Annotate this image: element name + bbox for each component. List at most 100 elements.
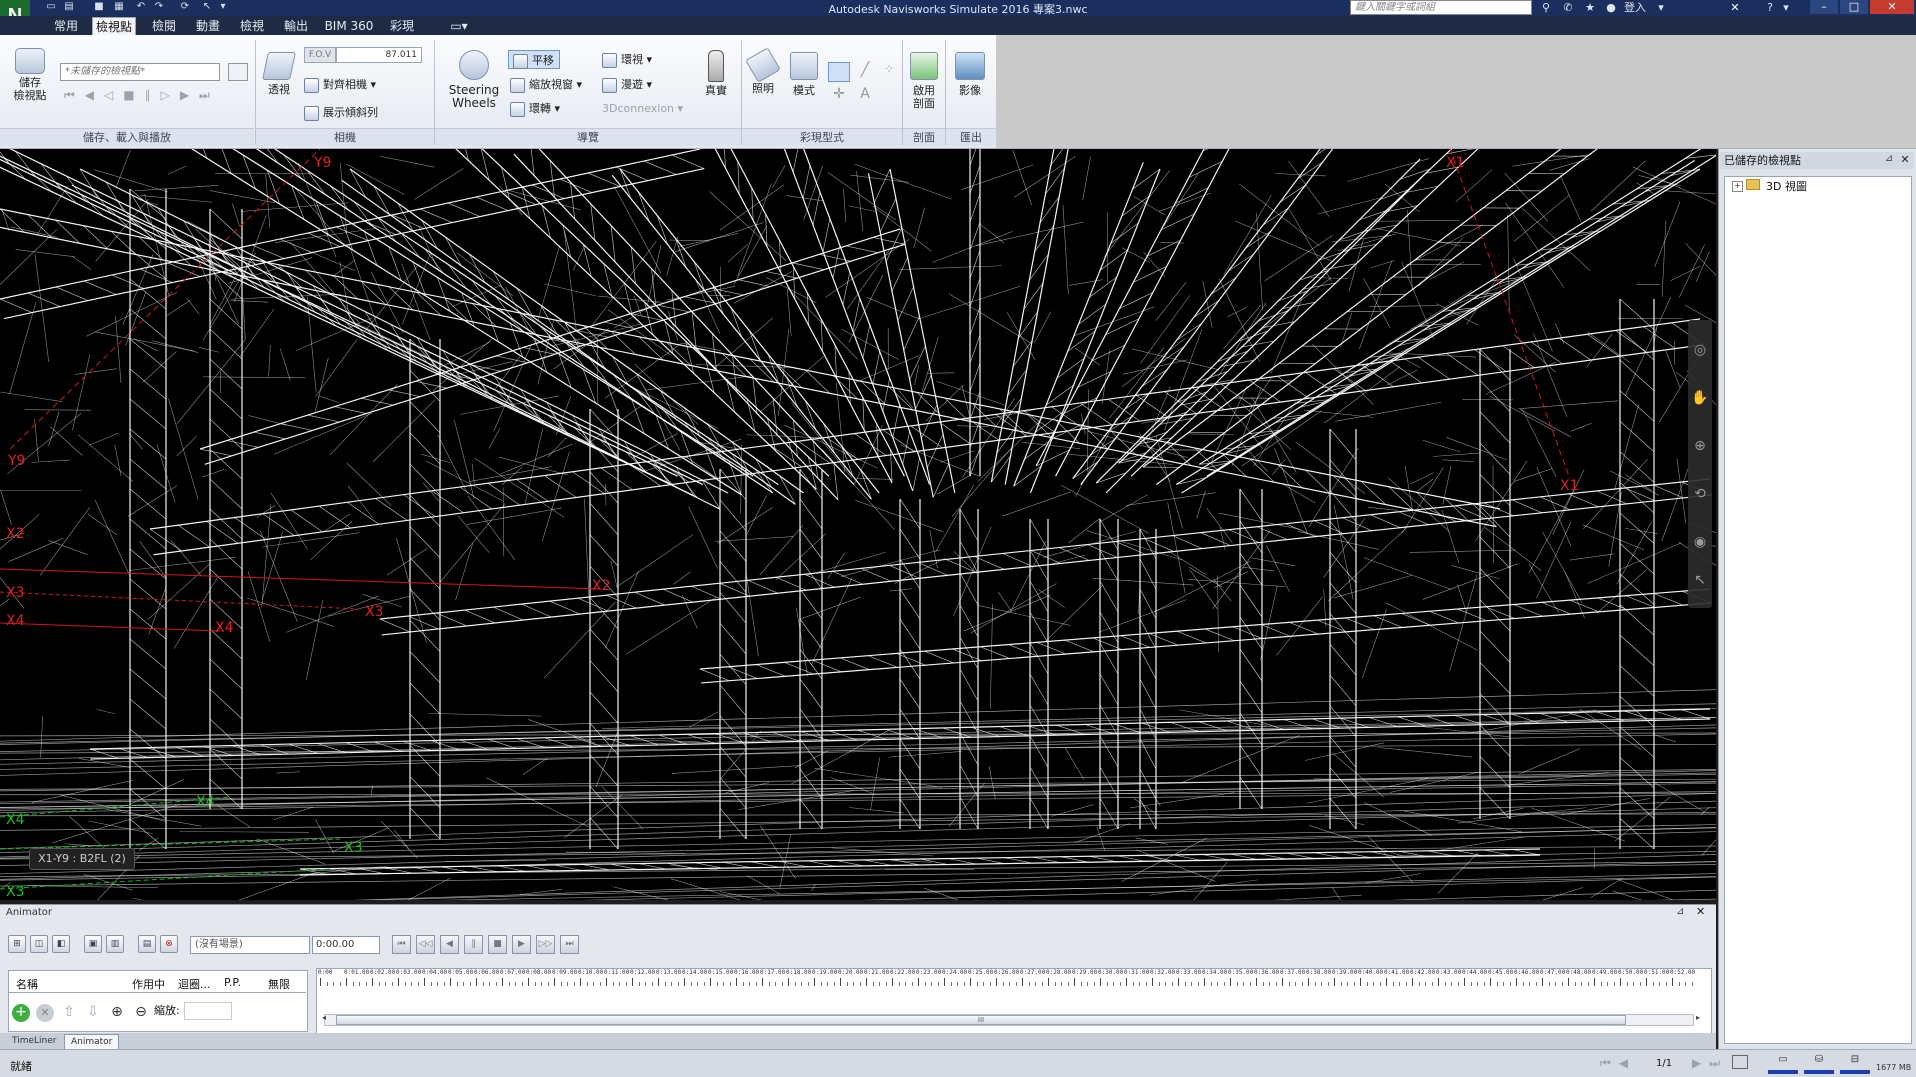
delete-icon[interactable]: ✕ bbox=[36, 1004, 54, 1022]
qat-dropdown-icon[interactable]: ▾ bbox=[216, 1, 230, 13]
tab-home[interactable]: 常用 bbox=[48, 17, 84, 35]
column-header-name[interactable]: 名稱 bbox=[16, 976, 38, 992]
step-forward-icon[interactable]: ▷▷ bbox=[536, 935, 555, 954]
look-around-button[interactable]: 環視 ▾ bbox=[602, 50, 652, 69]
help-dropdown-icon[interactable]: ▾ bbox=[1780, 0, 1792, 16]
snap-points-toggle-icon[interactable]: ✛ bbox=[828, 86, 850, 106]
panel-close-icon[interactable]: ✕ bbox=[1898, 153, 1912, 167]
move-up-icon[interactable]: ⇧ bbox=[60, 1004, 78, 1022]
lines-toggle-icon[interactable]: ╱ bbox=[854, 62, 876, 82]
add-animation-set-icon[interactable]: ⊞ bbox=[8, 935, 26, 953]
tab-timeliner[interactable]: TimeLiner bbox=[6, 1034, 62, 1048]
search-input[interactable]: 鍵入關鍵字或詞組 bbox=[1350, 0, 1532, 15]
open-file-icon[interactable]: ▤ bbox=[62, 1, 76, 13]
save-viewpoint-button[interactable]: 儲存 檢視點 bbox=[8, 48, 52, 102]
sheet-browser-icon[interactable] bbox=[1732, 1055, 1748, 1069]
animator-pin-icon[interactable]: ⊿ bbox=[1676, 906, 1684, 917]
undo-icon[interactable]: ↶ bbox=[134, 1, 148, 13]
select-nav-icon[interactable]: ↖ bbox=[1690, 570, 1710, 590]
select-icon[interactable]: ↖ bbox=[200, 1, 214, 13]
tab-review[interactable]: 檢閱 bbox=[146, 17, 182, 35]
add-camera-icon[interactable]: ◫ bbox=[30, 935, 48, 953]
scroll-thumb[interactable]: III bbox=[336, 1015, 1626, 1025]
tab-animation[interactable]: 動畫 bbox=[190, 17, 226, 35]
step-back-icon[interactable]: ◁◁ bbox=[416, 935, 435, 954]
tab-render[interactable]: 彩現 bbox=[384, 17, 420, 35]
sheet-nav-back[interactable]: ⏮◀ bbox=[1600, 1056, 1636, 1071]
binoculars-icon[interactable]: ⚲ bbox=[1538, 0, 1554, 16]
redo-icon[interactable]: ↷ bbox=[152, 1, 166, 13]
timeline-ruler[interactable]: 0:000:01.000:02.000:03.000:04.000:05.000… bbox=[316, 968, 1710, 990]
tab-view[interactable]: 檢視 bbox=[234, 17, 270, 35]
stop-icon[interactable]: ■ bbox=[488, 935, 507, 954]
column-header-pp[interactable]: P.P. bbox=[224, 976, 241, 989]
scroll-right-icon[interactable]: ▸ bbox=[1696, 1013, 1706, 1022]
tree-item-3d-view[interactable]: 3D 視圖 bbox=[1766, 178, 1807, 194]
realism-button[interactable]: 真實 bbox=[696, 50, 736, 97]
animator-close-icon[interactable]: ✕ bbox=[1696, 905, 1705, 918]
fov-input[interactable]: 87.011 bbox=[336, 47, 422, 63]
star-icon[interactable]: ★ bbox=[1582, 0, 1598, 16]
toggle-position-icon[interactable]: ▥ bbox=[106, 935, 124, 953]
snap-icon[interactable]: ⊗ bbox=[160, 935, 178, 953]
viewpoint-manage-icon[interactable] bbox=[228, 63, 248, 81]
column-header-active[interactable]: 作用中 bbox=[132, 976, 165, 992]
fast-forward-icon[interactable]: ⏭ bbox=[560, 935, 579, 954]
login-dropdown-icon[interactable]: ▾ bbox=[1654, 0, 1668, 16]
orbit-button[interactable]: 環轉 ▾ bbox=[510, 99, 560, 118]
exchange-icon[interactable]: ✕ bbox=[1726, 0, 1744, 16]
add-icon[interactable]: + bbox=[12, 1004, 30, 1022]
rewind-icon[interactable]: ⏮ bbox=[392, 935, 411, 954]
pan-button[interactable]: 平移 bbox=[508, 50, 560, 69]
save-icon[interactable]: ■ bbox=[92, 1, 106, 13]
enable-sectioning-button[interactable]: 啟用 剖面 bbox=[906, 52, 942, 110]
column-header-infinite[interactable]: 無限 bbox=[268, 976, 290, 992]
zoom-nav-icon[interactable]: ⊕ bbox=[1690, 436, 1710, 456]
minimize-button[interactable]: – bbox=[1810, 0, 1838, 14]
steering-wheels-button[interactable]: Steering Wheels bbox=[444, 50, 504, 110]
tab-animator[interactable]: Animator bbox=[64, 1034, 119, 1050]
maximize-button[interactable]: □ bbox=[1840, 0, 1868, 14]
points-toggle-icon[interactable]: ⁘ bbox=[878, 62, 900, 82]
toggle-rotate-icon[interactable]: ▤ bbox=[138, 935, 156, 953]
expand-icon[interactable]: + bbox=[1732, 181, 1743, 192]
help-icon[interactable]: ? bbox=[1762, 0, 1778, 16]
refresh-icon[interactable]: ⟳ bbox=[178, 1, 192, 13]
3dconnexion-button[interactable]: 3Dconnexion ▾ bbox=[602, 99, 683, 118]
viewpoint-tree[interactable] bbox=[1724, 176, 1912, 1044]
sign-in-link[interactable]: 登入 bbox=[1620, 0, 1650, 16]
perspective-button[interactable]: 透視 bbox=[262, 52, 296, 96]
sheet-nav-forward[interactable]: ▶⏭ bbox=[1692, 1056, 1728, 1071]
close-button[interactable]: ✕ bbox=[1870, 0, 1914, 14]
time-input[interactable]: 0:00.00 bbox=[312, 936, 380, 954]
pause-icon[interactable]: ∥ bbox=[464, 935, 483, 954]
play-reverse-icon[interactable]: ◀ bbox=[440, 935, 459, 954]
play-icon[interactable]: ▶ bbox=[512, 935, 531, 954]
new-file-icon[interactable]: ▭ bbox=[44, 1, 58, 13]
scale-input[interactable] bbox=[184, 1002, 232, 1020]
scroll-left-icon[interactable]: ◂ bbox=[322, 1013, 332, 1022]
move-down-icon[interactable]: ⇩ bbox=[84, 1004, 102, 1022]
show-tilt-bar-button[interactable]: 展示傾斜列 bbox=[304, 103, 378, 122]
mode-button[interactable]: 模式 bbox=[786, 52, 822, 97]
print-icon[interactable]: ▦ bbox=[112, 1, 126, 13]
steering-wheel-nav-icon[interactable]: ◎ bbox=[1690, 340, 1710, 360]
pan-nav-icon[interactable]: ✋ bbox=[1690, 388, 1710, 408]
zoom-in-icon[interactable]: ⊕ bbox=[108, 1004, 126, 1022]
user-icon[interactable]: ● bbox=[1604, 0, 1618, 16]
tab-viewpoint[interactable]: 檢視點 bbox=[92, 17, 136, 35]
lighting-button[interactable]: 照明 bbox=[746, 52, 780, 95]
tab-bim360[interactable]: BIM 360 bbox=[322, 17, 376, 35]
surfaces-toggle-icon[interactable] bbox=[828, 62, 850, 82]
zoom-window-button[interactable]: 縮放視窗 ▾ bbox=[510, 75, 582, 94]
column-header-loop[interactable]: 迴圈... bbox=[178, 976, 211, 992]
viewpoint-combo[interactable]: *未儲存的檢視點* bbox=[60, 63, 220, 81]
capture-keyframe-icon[interactable]: ▣ bbox=[84, 935, 102, 953]
ribbon-options-icon[interactable]: ▭▾ bbox=[444, 17, 474, 35]
orbit-nav-icon[interactable]: ⟲ bbox=[1690, 484, 1710, 504]
look-nav-icon[interactable]: ◉ bbox=[1690, 532, 1710, 552]
add-section-plane-icon[interactable]: ◧ bbox=[52, 935, 70, 953]
pin-icon[interactable]: ⊿ bbox=[1882, 153, 1896, 167]
zoom-out-icon[interactable]: ⊖ bbox=[132, 1004, 150, 1022]
text-toggle-icon[interactable]: A bbox=[854, 86, 876, 106]
